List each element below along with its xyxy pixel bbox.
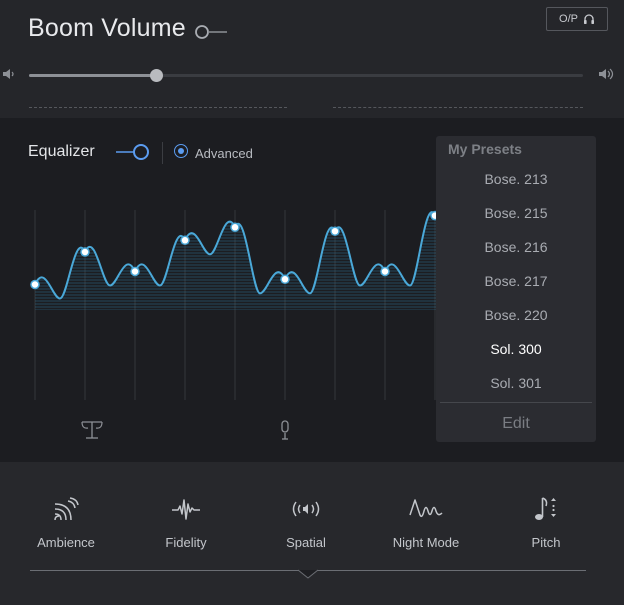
fidelity-icon — [172, 499, 200, 520]
tab-fidelity-label: Fidelity — [165, 535, 207, 550]
preset-item-selected[interactable]: Sol. 300 — [436, 341, 596, 357]
preset-item[interactable]: Bose. 215 — [436, 205, 596, 221]
eq-band-handle[interactable] — [280, 274, 290, 285]
eq-band-handle[interactable] — [230, 222, 240, 233]
ambience-icon — [54, 497, 79, 521]
equalizer-toggle[interactable] — [114, 142, 152, 162]
microphone-icon — [281, 420, 289, 440]
active-tab-pointer — [298, 569, 318, 579]
eq-band-handle[interactable] — [130, 266, 140, 277]
volume-high-icon[interactable] — [598, 67, 616, 81]
eq-band-handle[interactable] — [330, 226, 340, 236]
preset-item[interactable]: Bose. 220 — [436, 307, 596, 323]
output-button-label: O/P — [559, 13, 578, 25]
bass-icon — [81, 421, 103, 439]
spatial-icon — [292, 501, 320, 517]
presets-dropdown: My Presets Bose. 213 Bose. 215 Bose. 216… — [436, 136, 596, 442]
volume-slider-fill — [29, 74, 157, 77]
page-title: Boom Volume — [28, 14, 186, 42]
tab-night-mode-label: Night Mode — [392, 535, 460, 550]
presets-title: My Presets — [448, 141, 522, 157]
presets-edit-button[interactable]: Edit — [436, 415, 596, 433]
advanced-label: Advanced — [195, 146, 253, 161]
tab-night-mode[interactable]: Night Mode — [371, 492, 481, 550]
headphones-icon — [583, 14, 594, 24]
tab-ambience-label: Ambience — [37, 535, 95, 550]
divider-right — [333, 107, 583, 108]
boom-toggle[interactable] — [194, 24, 230, 40]
volume-slider[interactable] — [29, 69, 583, 82]
preset-item[interactable]: Sol. 301 — [436, 375, 596, 391]
equalizer-label: Equalizer — [28, 143, 95, 160]
output-button[interactable]: O/P — [546, 7, 608, 31]
eq-band-handle[interactable] — [80, 247, 90, 257]
equalizer-separator — [162, 142, 163, 164]
eq-band-handle[interactable] — [180, 235, 190, 246]
tab-spatial[interactable]: Spatial — [251, 492, 361, 550]
volume-low-icon[interactable] — [2, 67, 16, 81]
tab-spatial-label: Spatial — [286, 535, 326, 550]
advanced-radio[interactable] — [174, 144, 188, 158]
divider-left — [29, 107, 287, 108]
night-mode-icon — [409, 499, 443, 518]
preset-item[interactable]: Bose. 217 — [436, 273, 596, 289]
tab-ambience[interactable]: Ambience — [11, 492, 121, 550]
tab-fidelity[interactable]: Fidelity — [131, 492, 241, 550]
preset-item[interactable]: Bose. 216 — [436, 239, 596, 255]
tab-pitch[interactable]: Pitch — [491, 492, 601, 550]
tab-pitch-label: Pitch — [531, 535, 561, 550]
equalizer-graph[interactable] — [0, 180, 436, 410]
eq-band-handle[interactable] — [380, 266, 390, 277]
eq-band-handle[interactable] — [30, 279, 40, 290]
preset-item[interactable]: Bose. 213 — [436, 171, 596, 187]
presets-divider — [440, 402, 592, 403]
pitch-icon — [535, 497, 556, 520]
